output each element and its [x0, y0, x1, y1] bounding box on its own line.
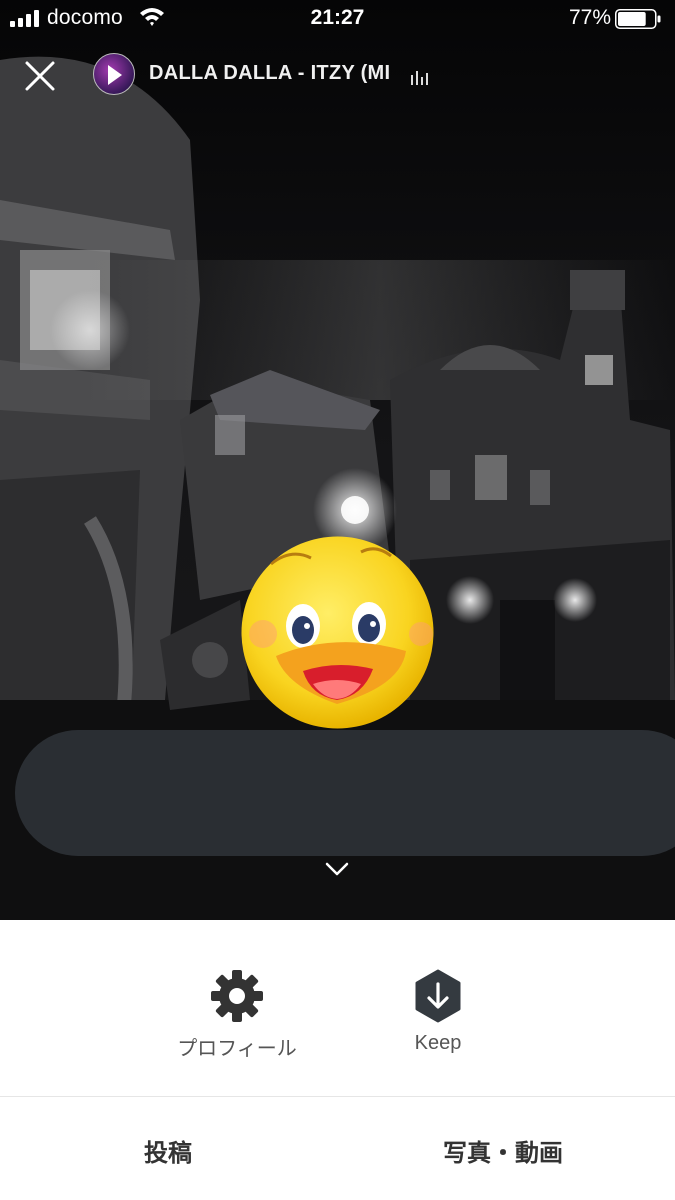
- music-title: DALLA DALLA - ITZY (MI: [149, 62, 391, 84]
- bottom-tab-bar: 投稿 写真・動画: [0, 1097, 675, 1200]
- keep-label: Keep: [414, 1032, 462, 1054]
- battery-icon: [615, 9, 661, 29]
- play-icon: [108, 65, 122, 85]
- equalizer-icon: [411, 71, 428, 85]
- profile-button[interactable]: プロフィール: [157, 968, 317, 1061]
- profile-label: プロフィール: [177, 1038, 297, 1060]
- close-icon[interactable]: [20, 56, 60, 96]
- status-bar: docomo 21:27 77%: [0, 0, 675, 38]
- battery-percent: 77%: [568, 6, 611, 29]
- tab-photo-video[interactable]: 写真・動画: [443, 1133, 563, 1168]
- story-text-input[interactable]: [15, 730, 675, 856]
- keep-button[interactable]: Keep: [358, 968, 518, 1055]
- gear-icon: [211, 970, 263, 1022]
- action-panel: プロフィール Keep: [0, 920, 675, 1096]
- music-thumbnail: [93, 53, 135, 95]
- download-hexagon-icon: [415, 969, 461, 1023]
- duck-face-sticker[interactable]: [241, 536, 434, 729]
- chevron-down-icon[interactable]: [324, 858, 350, 880]
- tab-post[interactable]: 投稿: [144, 1133, 192, 1168]
- music-selector[interactable]: DALLA DALLA - ITZY (MI: [93, 53, 453, 97]
